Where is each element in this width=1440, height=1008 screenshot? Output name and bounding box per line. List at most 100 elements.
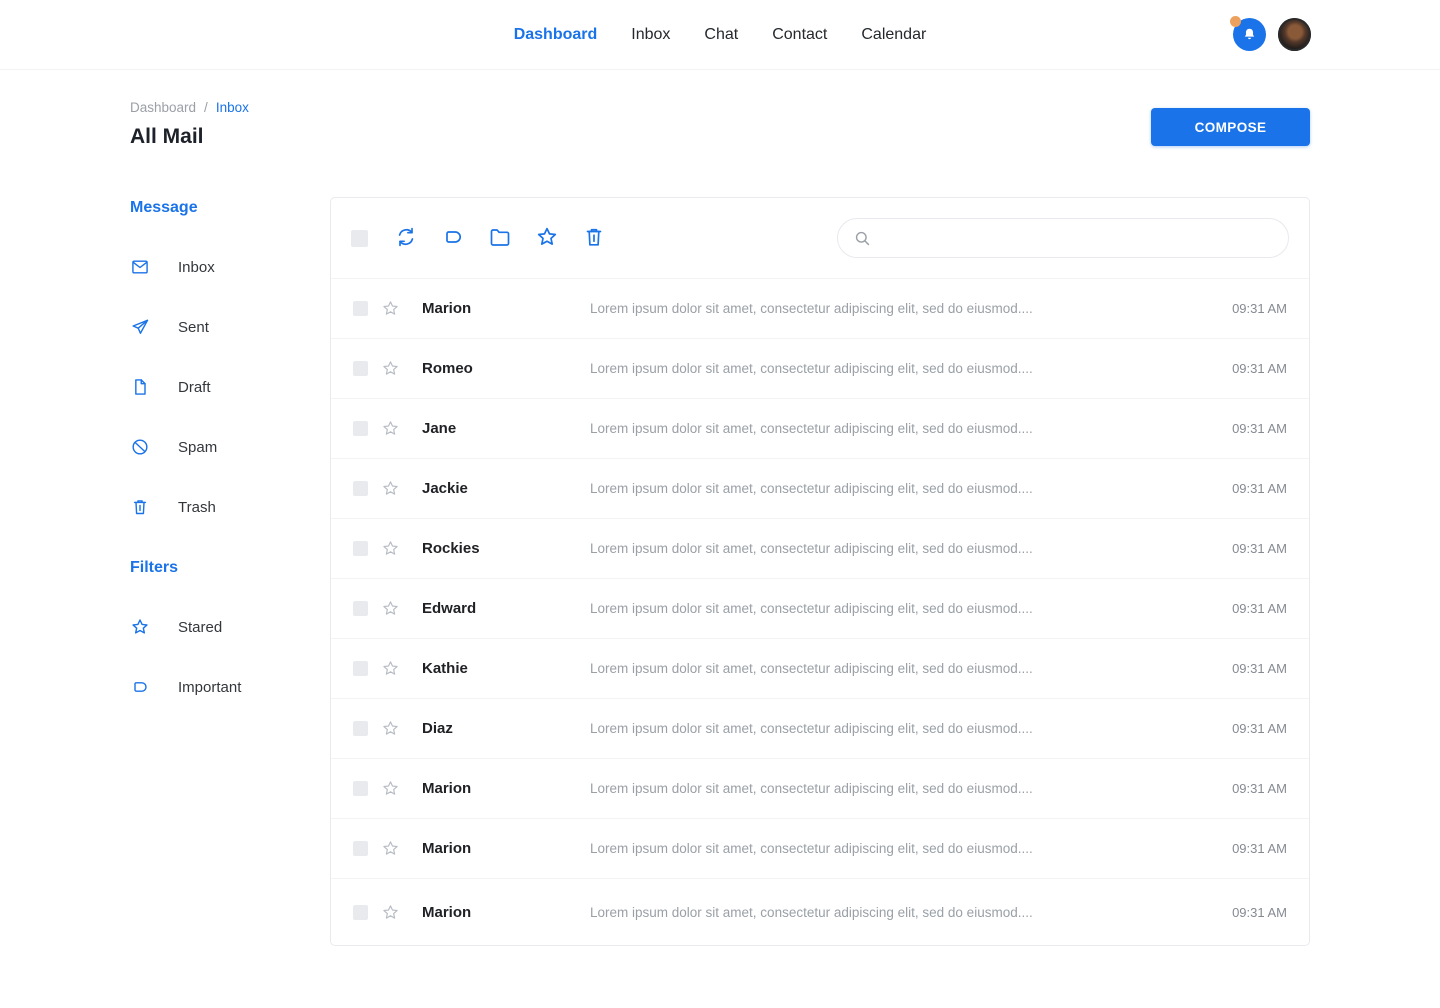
- breadcrumb-inbox[interactable]: Inbox: [216, 100, 249, 115]
- row-checkbox[interactable]: [353, 361, 368, 376]
- mail-sender: Rockies: [422, 540, 590, 557]
- toolbar-actions: [393, 225, 607, 251]
- page-header: Dashboard / Inbox All Mail COMPOSE: [0, 70, 1440, 149]
- mail-sender: Jackie: [422, 480, 590, 497]
- main-nav: Dashboard Inbox Chat Contact Calendar: [514, 26, 927, 44]
- mail-row[interactable]: Marion Lorem ipsum dolor sit amet, conse…: [331, 819, 1309, 879]
- mail-time: 09:31 AM: [1232, 481, 1287, 496]
- mail-row[interactable]: Rockies Lorem ipsum dolor sit amet, cons…: [331, 519, 1309, 579]
- sidebar-item-spam[interactable]: Spam: [130, 417, 330, 477]
- row-checkbox[interactable]: [353, 541, 368, 556]
- star-icon[interactable]: [381, 359, 400, 378]
- star-button[interactable]: [534, 225, 560, 251]
- content-area: Message Inbox Sent Draft Spam Trash Filt…: [0, 197, 1440, 946]
- row-checkbox[interactable]: [353, 481, 368, 496]
- breadcrumb-dashboard[interactable]: Dashboard: [130, 100, 196, 115]
- sidebar-item-important[interactable]: Important: [130, 657, 330, 717]
- trash-icon: [582, 225, 606, 249]
- row-checkbox[interactable]: [353, 721, 368, 736]
- move-to-folder-button[interactable]: [487, 225, 513, 251]
- search-input[interactable]: [881, 230, 1273, 246]
- sidebar-section-message: Message: [130, 199, 330, 217]
- mail-row[interactable]: Romeo Lorem ipsum dolor sit amet, consec…: [331, 339, 1309, 399]
- search-box: [837, 218, 1289, 258]
- mail-sender: Romeo: [422, 360, 590, 377]
- bell-icon: [1241, 26, 1258, 43]
- row-checkbox[interactable]: [353, 601, 368, 616]
- spam-icon: [130, 437, 150, 457]
- sidebar-item-label: Draft: [178, 379, 211, 396]
- nav-item-dashboard[interactable]: Dashboard: [514, 26, 598, 44]
- star-icon[interactable]: [381, 903, 400, 922]
- mail-preview: Lorem ipsum dolor sit amet, consectetur …: [590, 841, 1220, 856]
- mail-sender: Kathie: [422, 660, 590, 677]
- mail-row[interactable]: Marion Lorem ipsum dolor sit amet, conse…: [331, 279, 1309, 339]
- mail-preview: Lorem ipsum dolor sit amet, consectetur …: [590, 781, 1220, 796]
- sidebar-item-trash[interactable]: Trash: [130, 477, 330, 537]
- nav-item-chat[interactable]: Chat: [704, 26, 738, 44]
- mail-list: Marion Lorem ipsum dolor sit amet, conse…: [331, 279, 1309, 945]
- star-icon[interactable]: [381, 839, 400, 858]
- star-icon[interactable]: [381, 539, 400, 558]
- mail-time: 09:31 AM: [1232, 541, 1287, 556]
- row-checkbox[interactable]: [353, 661, 368, 676]
- breadcrumb-separator: /: [204, 100, 208, 115]
- row-checkbox[interactable]: [353, 781, 368, 796]
- sidebar-item-draft[interactable]: Draft: [130, 357, 330, 417]
- avatar[interactable]: [1278, 18, 1311, 51]
- search-icon: [853, 229, 872, 248]
- mail-preview: Lorem ipsum dolor sit amet, consectetur …: [590, 905, 1220, 920]
- star-icon[interactable]: [381, 779, 400, 798]
- sidebar-item-stared[interactable]: Stared: [130, 597, 330, 657]
- mail-sender: Marion: [422, 840, 590, 857]
- mail-card: Marion Lorem ipsum dolor sit amet, conse…: [330, 197, 1310, 946]
- sidebar-item-inbox[interactable]: Inbox: [130, 237, 330, 297]
- label-button[interactable]: [440, 225, 466, 251]
- mail-row[interactable]: Edward Lorem ipsum dolor sit amet, conse…: [331, 579, 1309, 639]
- mail-time: 09:31 AM: [1232, 361, 1287, 376]
- star-icon[interactable]: [381, 599, 400, 618]
- sidebar-item-sent[interactable]: Sent: [130, 297, 330, 357]
- nav-item-calendar[interactable]: Calendar: [861, 26, 926, 44]
- select-all-checkbox[interactable]: [351, 230, 368, 247]
- mail-preview: Lorem ipsum dolor sit amet, consectetur …: [590, 481, 1220, 496]
- row-checkbox[interactable]: [353, 421, 368, 436]
- row-checkbox[interactable]: [353, 905, 368, 920]
- mail-sender: Edward: [422, 600, 590, 617]
- notifications-button[interactable]: [1233, 18, 1266, 51]
- mail-time: 09:31 AM: [1232, 601, 1287, 616]
- delete-button[interactable]: [581, 225, 607, 251]
- topbar-actions: [1233, 18, 1311, 51]
- mail-sender: Marion: [422, 780, 590, 797]
- mail-time: 09:31 AM: [1232, 721, 1287, 736]
- sidebar: Message Inbox Sent Draft Spam Trash Filt…: [130, 197, 330, 717]
- nav-item-inbox[interactable]: Inbox: [631, 26, 670, 44]
- row-checkbox[interactable]: [353, 841, 368, 856]
- star-icon[interactable]: [381, 659, 400, 678]
- mail-sender: Diaz: [422, 720, 590, 737]
- compose-button[interactable]: COMPOSE: [1151, 108, 1310, 146]
- mail-row[interactable]: Marion Lorem ipsum dolor sit amet, conse…: [331, 759, 1309, 819]
- mail-time: 09:31 AM: [1232, 781, 1287, 796]
- mail-icon: [130, 257, 150, 277]
- mail-row[interactable]: Jane Lorem ipsum dolor sit amet, consect…: [331, 399, 1309, 459]
- folder-icon: [488, 225, 512, 249]
- sidebar-item-label: Stared: [178, 619, 222, 636]
- star-icon[interactable]: [381, 719, 400, 738]
- mail-row[interactable]: Jackie Lorem ipsum dolor sit amet, conse…: [331, 459, 1309, 519]
- tag-icon: [441, 225, 465, 249]
- row-checkbox[interactable]: [353, 301, 368, 316]
- mail-row[interactable]: Kathie Lorem ipsum dolor sit amet, conse…: [331, 639, 1309, 699]
- top-navigation-bar: Dashboard Inbox Chat Contact Calendar: [0, 0, 1440, 70]
- star-icon[interactable]: [381, 479, 400, 498]
- mail-time: 09:31 AM: [1232, 301, 1287, 316]
- refresh-button[interactable]: [393, 225, 419, 251]
- mail-preview: Lorem ipsum dolor sit amet, consectetur …: [590, 661, 1220, 676]
- star-icon[interactable]: [381, 419, 400, 438]
- mail-row[interactable]: Marion Lorem ipsum dolor sit amet, conse…: [331, 879, 1309, 945]
- nav-item-contact[interactable]: Contact: [772, 26, 827, 44]
- star-icon[interactable]: [381, 299, 400, 318]
- page-title: All Mail: [130, 125, 1310, 149]
- mail-row[interactable]: Diaz Lorem ipsum dolor sit amet, consect…: [331, 699, 1309, 759]
- mail-preview: Lorem ipsum dolor sit amet, consectetur …: [590, 361, 1220, 376]
